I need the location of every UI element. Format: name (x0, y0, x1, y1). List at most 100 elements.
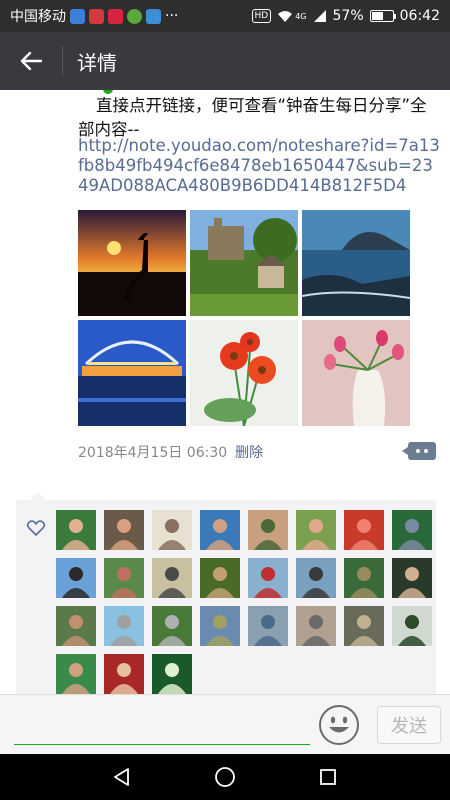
delete-link[interactable]: 删除 (235, 442, 263, 462)
liker-avatar[interactable] (296, 558, 336, 598)
avatar-image (200, 558, 240, 598)
avatar-image (200, 510, 240, 550)
post-link[interactable]: http://note.youdao.com/noteshare?id=7a13… (78, 136, 443, 196)
circle-home-icon (215, 767, 235, 787)
triangle-back-icon (113, 768, 129, 786)
avatar-image (248, 558, 288, 598)
mail-app-icon (89, 8, 104, 24)
smiley-icon[interactable] (318, 704, 360, 746)
video-app-icon (108, 8, 123, 24)
liker-avatar[interactable] (248, 606, 288, 646)
avatar-image (248, 606, 288, 646)
page-title: 详情 (77, 50, 117, 75)
castle-garden-photo[interactable] (190, 210, 298, 316)
status-bar: 中国移动 ··· HD 4G 57% 06:42 (0, 0, 450, 32)
liker-avatar[interactable] (344, 606, 384, 646)
post-text: 直接点开链接，便可查看“钟奋生每日分享”全部内容-- (78, 94, 438, 142)
avatar-image (104, 606, 144, 646)
liker-avatar[interactable] (104, 654, 144, 694)
tulips-vase-image (302, 320, 410, 426)
liker-avatar[interactable] (344, 558, 384, 598)
rocky-coast-image (302, 210, 410, 316)
avatar-image (296, 558, 336, 598)
avatar-image (296, 606, 336, 646)
system-nav-bar (0, 754, 450, 800)
comment-composer: 发送 (0, 694, 450, 754)
post-content: 直接点开链接，便可查看“钟奋生每日分享”全部内容-- http://note.y… (0, 90, 450, 694)
more-notifications-icon: ··· (165, 8, 179, 24)
bridge-night-photo[interactable] (78, 320, 186, 426)
comment-input[interactable] (14, 709, 310, 745)
avatar-image (344, 558, 384, 598)
liker-avatar[interactable] (344, 510, 384, 550)
avatar-image (152, 606, 192, 646)
avatar-image (296, 510, 336, 550)
liker-avatar-grid (56, 510, 436, 694)
liker-avatar[interactable] (56, 606, 96, 646)
network-type: 4G (295, 11, 307, 21)
liker-avatar[interactable] (392, 510, 432, 550)
status-left: 中国移动 ··· (10, 6, 252, 26)
liker-avatar[interactable] (104, 606, 144, 646)
avatar-image (56, 558, 96, 598)
avatar-image (344, 510, 384, 550)
hd-badge: HD (251, 9, 272, 23)
liker-avatar[interactable] (104, 510, 144, 550)
nav-home-button[interactable] (205, 757, 245, 797)
battery-fill (371, 12, 384, 20)
liker-avatar[interactable] (296, 510, 336, 550)
avatar-image (200, 606, 240, 646)
liker-avatar[interactable] (296, 606, 336, 646)
liker-avatar[interactable] (392, 558, 432, 598)
photo-app-icon (146, 8, 161, 24)
avatar-image (56, 510, 96, 550)
liker-avatar[interactable] (152, 510, 192, 550)
red-gerbera-image (190, 320, 298, 426)
liker-avatar[interactable] (152, 606, 192, 646)
liker-avatar[interactable] (104, 558, 144, 598)
liker-avatar[interactable] (200, 510, 240, 550)
avatar-image (152, 510, 192, 550)
liker-avatar[interactable] (248, 558, 288, 598)
status-right: HD 4G 57% 06:42 (251, 8, 440, 24)
bridge-night-image (78, 320, 186, 426)
nav-recent-button[interactable] (308, 757, 348, 797)
rocky-coast-photo[interactable] (302, 210, 410, 316)
comment-dot-right (424, 449, 428, 453)
avatar-image (104, 558, 144, 598)
signal-icon (313, 10, 326, 22)
avatar-image (104, 654, 144, 694)
back-button[interactable] (0, 32, 62, 90)
liker-avatar[interactable] (248, 510, 288, 550)
liker-avatar[interactable] (56, 510, 96, 550)
avatar-image (152, 558, 192, 598)
battery-icon (369, 10, 396, 22)
avatar-image (392, 558, 432, 598)
avatar-image (344, 606, 384, 646)
liker-avatar[interactable] (200, 606, 240, 646)
likes-box (16, 492, 436, 694)
avatar-image (392, 606, 432, 646)
avatar-image (104, 510, 144, 550)
arrow-left-icon (20, 51, 42, 71)
liker-avatar[interactable] (56, 654, 96, 694)
crane-sunset-photo[interactable] (78, 210, 186, 316)
liker-avatar[interactable] (152, 558, 192, 598)
title-bar: 详情 (0, 32, 450, 90)
liker-avatar[interactable] (56, 558, 96, 598)
castle-garden-image (190, 210, 298, 316)
liker-avatar[interactable] (200, 558, 240, 598)
liker-avatar[interactable] (392, 606, 432, 646)
photo-grid (78, 210, 410, 426)
comment-dot-left (416, 449, 420, 453)
nav-back-button[interactable] (102, 757, 142, 797)
post-text-body: 直接点开链接，便可查看“钟奋生每日分享”全部内容-- (78, 96, 427, 139)
comment-button[interactable] (402, 442, 436, 460)
avatar-image (56, 606, 96, 646)
wechat-icon (127, 8, 142, 24)
send-button[interactable]: 发送 (377, 706, 441, 744)
red-gerbera-photo[interactable] (190, 320, 298, 426)
tulips-vase-photo[interactable] (302, 320, 410, 426)
liker-avatar[interactable] (152, 654, 192, 694)
post-date: 2018年4月15日 06:30 (78, 445, 228, 461)
